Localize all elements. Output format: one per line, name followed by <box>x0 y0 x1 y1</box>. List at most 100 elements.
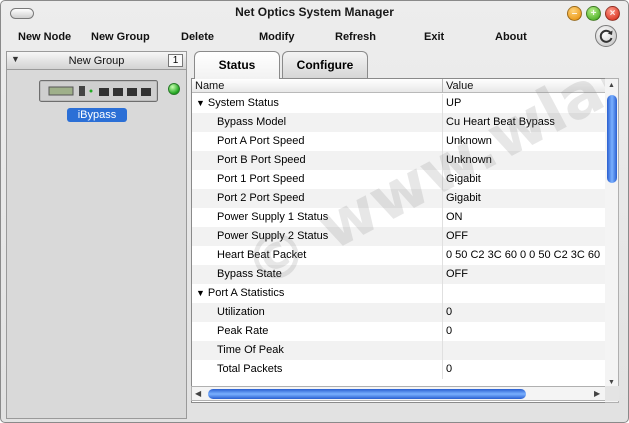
column-separator <box>442 246 443 265</box>
menu-exit[interactable]: Exit <box>424 31 444 43</box>
table-row[interactable]: Bypass State OFF <box>192 265 606 284</box>
menu-new-node[interactable]: New Node <box>18 31 71 43</box>
table-row[interactable]: Bypass Model Cu Heart Beat Bypass <box>192 113 606 132</box>
row-name-text: System Status <box>207 97 279 109</box>
table-row[interactable]: Port 1 Port Speed Gigabit <box>192 170 606 189</box>
row-name-text: Total Packets <box>217 363 283 375</box>
row-value: Cu Heart Beat Bypass <box>446 116 555 128</box>
table-section-row[interactable]: ▼ Port A Statistics <box>192 284 606 303</box>
row-name: Port A Port Speed <box>217 135 304 147</box>
menu-delete[interactable]: Delete <box>181 31 214 43</box>
column-separator <box>442 322 443 341</box>
menu-about[interactable]: About <box>495 31 527 43</box>
column-separator <box>442 151 443 170</box>
scroll-left-icon[interactable]: ◀ <box>195 389 201 398</box>
menu-refresh[interactable]: Refresh <box>335 31 376 43</box>
scroll-down-icon[interactable]: ▼ <box>608 379 615 386</box>
group-name: New Group <box>68 55 125 67</box>
column-header-name[interactable]: Name <box>195 80 224 92</box>
device-label[interactable]: iBypass <box>67 108 127 122</box>
row-value: Unknown <box>446 135 492 147</box>
network-device-icon[interactable] <box>39 80 158 102</box>
row-name: Bypass State <box>217 268 282 280</box>
row-name: Power Supply 1 Status <box>217 211 328 223</box>
status-table: Name Value ▼ System Status UP Bypass Model C… <box>191 78 608 403</box>
scroll-corner <box>605 386 619 401</box>
column-separator <box>442 265 443 284</box>
horizontal-scroll-thumb[interactable] <box>208 389 526 399</box>
row-name-text: Heart Beat Packet <box>217 249 307 261</box>
table-row[interactable]: Time Of Peak <box>192 341 606 360</box>
horizontal-scrollbar[interactable]: ◀ ▶ <box>191 386 608 401</box>
group-count-badge: 1 <box>168 54 183 67</box>
column-separator <box>442 360 443 379</box>
expand-arrow-icon[interactable]: ▼ <box>196 98 205 108</box>
table-row[interactable]: Total Packets 0 <box>192 360 606 379</box>
table-row[interactable]: Utilization 0 <box>192 303 606 322</box>
row-name-text: Time Of Peak <box>217 344 284 356</box>
table-row[interactable]: Heart Beat Packet 0 50 C2 3C 60 0 0 50 C2… <box>192 246 606 265</box>
row-value: 0 50 C2 3C 60 0 0 50 C2 3C 60 <box>446 249 601 261</box>
row-value: UP <box>446 97 462 109</box>
column-separator <box>442 113 443 132</box>
menu-new-group[interactable]: New Group <box>91 31 150 43</box>
column-separator <box>442 170 443 189</box>
row-value: OFF <box>446 268 468 280</box>
row-name-text: Power Supply 2 Status <box>217 230 329 242</box>
row-name-text: Bypass State <box>217 268 282 280</box>
table-header: Name Value <box>192 79 607 93</box>
row-value: OFF <box>446 230 468 242</box>
title-bar[interactable]: Net Optics System Manager – + × <box>1 1 628 25</box>
table-section-row[interactable]: ▼ System Status UP <box>192 94 606 113</box>
table-row[interactable]: Power Supply 1 Status ON <box>192 208 606 227</box>
expand-arrow-icon[interactable]: ▼ <box>196 288 205 298</box>
row-name-text: Power Supply 1 Status <box>217 211 329 223</box>
table-row[interactable]: Peak Rate 0 <box>192 322 606 341</box>
row-name: Port 1 Port Speed <box>217 173 304 185</box>
close-icon[interactable]: × <box>605 6 620 21</box>
row-value: Gigabit <box>446 192 481 204</box>
device-tree-panel: ▼ New Group 1 iBypass <box>6 51 187 419</box>
column-header-value[interactable]: Value <box>446 80 473 92</box>
row-name: Power Supply 2 Status <box>217 230 328 242</box>
tab-status[interactable]: Status <box>194 51 280 79</box>
row-value: Gigabit <box>446 173 481 185</box>
column-separator <box>442 284 443 303</box>
column-separator <box>442 227 443 246</box>
row-name: ▼ Port A Statistics <box>196 287 284 299</box>
scroll-right-icon[interactable]: ▶ <box>594 389 600 398</box>
row-value: 0 <box>446 306 453 318</box>
status-ok-icon <box>168 83 180 95</box>
window-title: Net Optics System Manager <box>235 5 394 19</box>
column-separator <box>442 208 443 227</box>
column-separator <box>442 94 443 113</box>
row-name-text: Port B Port Speed <box>217 154 306 166</box>
menu-bar: New Node New Group Delete Modify Refresh… <box>1 26 628 48</box>
minimize-icon[interactable]: – <box>567 6 582 21</box>
table-row[interactable]: Port 2 Port Speed Gigabit <box>192 189 606 208</box>
app-window: Net Optics System Manager – + × New Node… <box>0 0 629 423</box>
column-divider[interactable] <box>442 79 443 93</box>
table-row[interactable]: Port A Port Speed Unknown <box>192 132 606 151</box>
row-name: Heart Beat Packet <box>217 249 306 261</box>
column-separator <box>442 189 443 208</box>
table-row[interactable]: Power Supply 2 Status OFF <box>192 227 606 246</box>
row-value: 0 <box>446 325 453 337</box>
column-separator <box>442 303 443 322</box>
menu-modify[interactable]: Modify <box>259 31 294 43</box>
row-name-text: Peak Rate <box>217 325 269 337</box>
scroll-up-icon[interactable]: ▲ <box>608 82 615 89</box>
row-name-text: Bypass Model <box>217 116 287 128</box>
tab-configure[interactable]: Configure <box>282 51 368 78</box>
table-row[interactable]: Port B Port Speed Unknown <box>192 151 606 170</box>
row-name-text: Port 1 Port Speed <box>217 173 305 185</box>
column-separator <box>442 132 443 151</box>
maximize-icon[interactable]: + <box>586 6 601 21</box>
row-name: Utilization <box>217 306 265 318</box>
row-name: Peak Rate <box>217 325 268 337</box>
vertical-scrollbar[interactable]: ▲ ▼ <box>605 78 619 403</box>
vertical-scroll-thumb[interactable] <box>607 95 617 183</box>
group-header[interactable]: ▼ New Group 1 <box>7 52 186 70</box>
refresh-icon[interactable] <box>595 25 617 47</box>
row-name-text: Utilization <box>217 306 265 318</box>
